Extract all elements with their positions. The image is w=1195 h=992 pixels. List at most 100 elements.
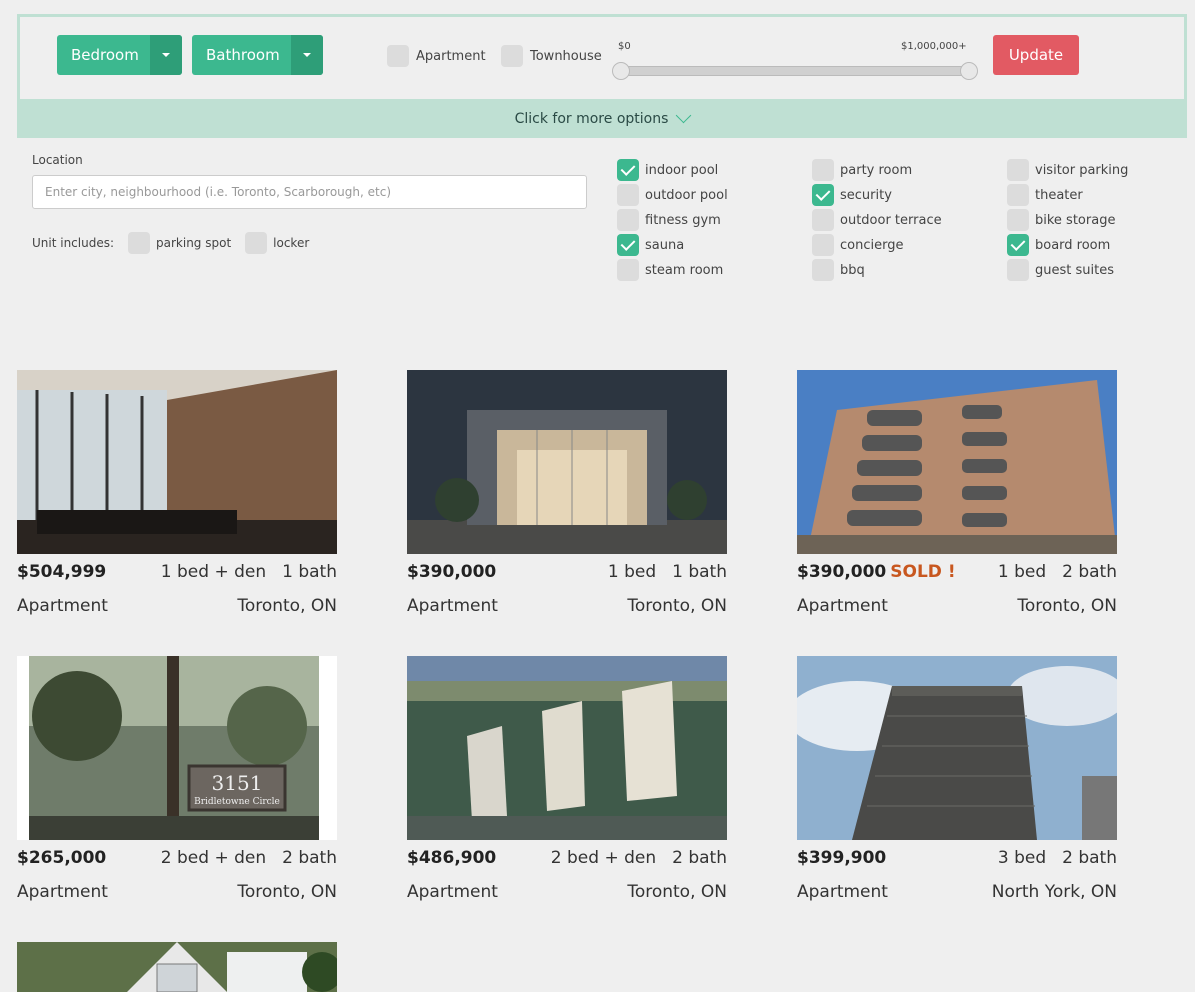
amenity-option[interactable]: visitor parking bbox=[1007, 159, 1128, 181]
parking-spot-checkbox[interactable] bbox=[128, 232, 151, 254]
listing-summary: $390,000 SOLD ! 1 bed 2 bath bbox=[797, 562, 1117, 582]
listing-card[interactable]: 3151 Bridletowne Circle $265,000 2 bed +… bbox=[17, 656, 337, 902]
listing-beds: 2 bed + den bbox=[550, 848, 657, 868]
amenity-checkbox[interactable] bbox=[812, 184, 834, 206]
amenity-label: steam room bbox=[645, 262, 724, 278]
amenity-checkbox[interactable] bbox=[617, 234, 639, 256]
listing-city: Toronto, ON bbox=[627, 596, 727, 616]
amenity-checkbox[interactable] bbox=[1007, 184, 1029, 206]
amenity-label: guest suites bbox=[1035, 262, 1114, 278]
unit-includes-label: Unit includes: bbox=[32, 236, 115, 250]
listing-baths: 2 bath bbox=[282, 848, 337, 868]
listing-photo[interactable] bbox=[407, 656, 727, 840]
amenity-checkbox[interactable] bbox=[812, 209, 834, 231]
type-townhouse-option[interactable]: Townhouse bbox=[501, 45, 602, 67]
amenity-label: outdoor pool bbox=[645, 187, 728, 203]
amenity-option[interactable]: security bbox=[812, 184, 892, 206]
amenity-checkbox[interactable] bbox=[1007, 159, 1029, 181]
price-min-label: $0 bbox=[618, 41, 631, 52]
update-button[interactable]: Update bbox=[993, 35, 1079, 75]
location-input[interactable] bbox=[32, 175, 587, 209]
chevron-down-icon[interactable] bbox=[149, 35, 182, 75]
listing-card[interactable]: $399,900 3 bed 2 bath Apartment North Yor… bbox=[797, 656, 1117, 902]
listing-card[interactable]: $504,999 1 bed + den 1 bath Apartment Tor… bbox=[17, 370, 337, 616]
amenity-label: sauna bbox=[645, 237, 685, 253]
lobby-photo bbox=[17, 370, 337, 554]
amenity-checkbox[interactable] bbox=[812, 259, 834, 281]
amenity-label: board room bbox=[1035, 237, 1111, 253]
bathroom-dropdown[interactable]: Bathroom bbox=[192, 35, 323, 75]
price-max-handle[interactable] bbox=[960, 62, 978, 80]
apartment-label: Apartment bbox=[416, 48, 486, 64]
amenity-option[interactable]: board room bbox=[1007, 234, 1110, 256]
amenity-label: party room bbox=[840, 162, 913, 178]
chevron-down-icon bbox=[676, 107, 692, 123]
towers-aerial-photo bbox=[407, 656, 727, 840]
amenity-checkbox[interactable] bbox=[812, 159, 834, 181]
price-range-slider[interactable] bbox=[612, 62, 978, 80]
listing-baths: 2 bath bbox=[672, 848, 727, 868]
apartment-checkbox[interactable] bbox=[387, 45, 409, 67]
amenity-checkbox[interactable] bbox=[1007, 259, 1029, 281]
amenity-label: theater bbox=[1035, 187, 1083, 203]
type-apartment-option[interactable]: Apartment bbox=[387, 45, 486, 67]
bedroom-dropdown[interactable]: Bedroom bbox=[57, 35, 182, 75]
listing-type: Apartment bbox=[407, 596, 498, 616]
listing-baths: 2 bath bbox=[1062, 848, 1117, 868]
amenity-checkbox[interactable] bbox=[812, 234, 834, 256]
locker-checkbox[interactable] bbox=[245, 232, 268, 254]
listing-meta: Apartment Toronto, ON bbox=[407, 882, 727, 902]
listing-baths: 1 bath bbox=[672, 562, 727, 582]
listing-city: Toronto, ON bbox=[237, 596, 337, 616]
amenity-option[interactable]: theater bbox=[1007, 184, 1083, 206]
listing-price: $390,000 bbox=[407, 562, 497, 582]
townhouse-checkbox[interactable] bbox=[501, 45, 523, 67]
amenity-option[interactable]: bike storage bbox=[1007, 209, 1115, 231]
listing-photo[interactable] bbox=[407, 370, 727, 554]
amenity-option[interactable]: sauna bbox=[617, 234, 684, 256]
parking-spot-label: parking spot bbox=[156, 236, 232, 250]
listing-card[interactable]: $390,000 SOLD ! 1 bed 2 bath Apartment Tor… bbox=[797, 370, 1117, 616]
amenity-option[interactable]: bbq bbox=[812, 259, 865, 281]
house-photo bbox=[17, 942, 337, 992]
listing-city: Toronto, ON bbox=[1017, 596, 1117, 616]
chevron-down-icon[interactable] bbox=[290, 35, 323, 75]
listing-photo[interactable] bbox=[17, 370, 337, 554]
amenity-option[interactable]: concierge bbox=[812, 234, 903, 256]
amenity-option[interactable]: outdoor terrace bbox=[812, 209, 942, 231]
price-min-handle[interactable] bbox=[612, 62, 630, 80]
amenity-option[interactable]: party room bbox=[812, 159, 912, 181]
listing-meta: Apartment Toronto, ON bbox=[17, 882, 337, 902]
listing-photo[interactable] bbox=[797, 370, 1117, 554]
listing-summary: $486,900 2 bed + den 2 bath bbox=[407, 848, 727, 868]
amenity-checkbox[interactable] bbox=[1007, 234, 1029, 256]
sold-badge: SOLD ! bbox=[890, 562, 956, 582]
listing-photo[interactable] bbox=[797, 656, 1117, 840]
amenity-checkbox[interactable] bbox=[1007, 209, 1029, 231]
listing-type: Apartment bbox=[17, 596, 108, 616]
amenity-checkbox[interactable] bbox=[617, 159, 639, 181]
amenity-checkbox[interactable] bbox=[617, 209, 639, 231]
amenity-label: indoor pool bbox=[645, 162, 719, 178]
listing-card[interactable]: $390,000 1 bed 1 bath Apartment Toronto, … bbox=[407, 370, 727, 616]
listing-beds: 3 bed bbox=[997, 848, 1047, 868]
listing-card[interactable]: $486,900 2 bed + den 2 bath Apartment Tor… bbox=[407, 656, 727, 902]
amenity-checkbox[interactable] bbox=[617, 184, 639, 206]
more-options-toggle[interactable]: Click for more options bbox=[17, 100, 1187, 138]
listing-baths: 2 bath bbox=[1062, 562, 1117, 582]
amenity-label: outdoor terrace bbox=[840, 212, 942, 228]
amenity-option[interactable]: fitness gym bbox=[617, 209, 721, 231]
amenity-option[interactable]: indoor pool bbox=[617, 159, 718, 181]
listing-beds: 1 bed bbox=[997, 562, 1047, 582]
amenity-checkbox[interactable] bbox=[617, 259, 639, 281]
amenity-option[interactable]: guest suites bbox=[1007, 259, 1114, 281]
amenity-option[interactable]: outdoor pool bbox=[617, 184, 728, 206]
listing-photo[interactable] bbox=[17, 942, 337, 992]
listing-summary: $504,999 1 bed + den 1 bath bbox=[17, 562, 337, 582]
listing-price: $390,000 bbox=[797, 562, 887, 582]
listing-meta: Apartment Toronto, ON bbox=[17, 596, 337, 616]
amenity-option[interactable]: steam room bbox=[617, 259, 723, 281]
listing-card[interactable] bbox=[17, 942, 337, 992]
sign-street: Bridletowne Circle bbox=[194, 797, 280, 807]
listing-photo[interactable]: 3151 Bridletowne Circle bbox=[17, 656, 337, 840]
